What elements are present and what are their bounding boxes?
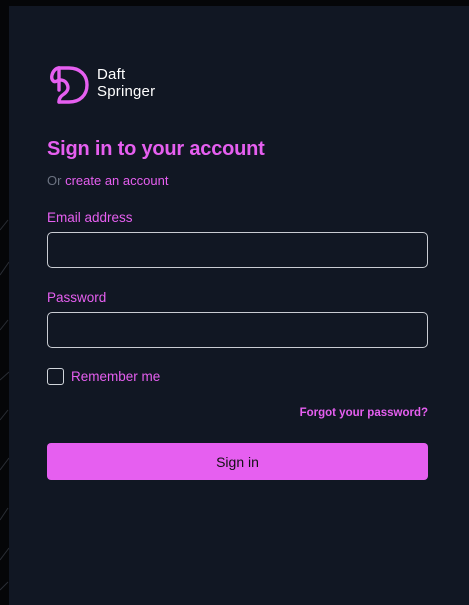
remember-me-checkbox[interactable] (47, 368, 64, 385)
sign-in-button[interactable]: Sign in (47, 443, 428, 480)
brand-line2: Springer (97, 83, 156, 100)
signin-panel: Daft Springer Sign in to your account Or… (9, 6, 469, 605)
signup-prompt: Or create an account (47, 173, 168, 188)
password-label: Password (47, 290, 107, 305)
page-title: Sign in to your account (47, 138, 265, 160)
daft-springer-logo-icon (50, 66, 89, 104)
brand-line1: Daft (97, 66, 126, 83)
password-field[interactable] (47, 312, 428, 348)
remember-me-row[interactable]: Remember me (47, 368, 160, 385)
remember-me-label[interactable]: Remember me (71, 369, 160, 384)
or-text: Or (47, 173, 62, 188)
brand-logo: Daft Springer (47, 60, 155, 106)
email-field[interactable] (47, 232, 428, 268)
create-account-link[interactable]: create an account (65, 173, 168, 188)
email-label: Email address (47, 210, 133, 225)
forgot-password-link[interactable]: Forgot your password? (300, 407, 428, 419)
brand-wordmark: Daft Springer (97, 66, 155, 100)
